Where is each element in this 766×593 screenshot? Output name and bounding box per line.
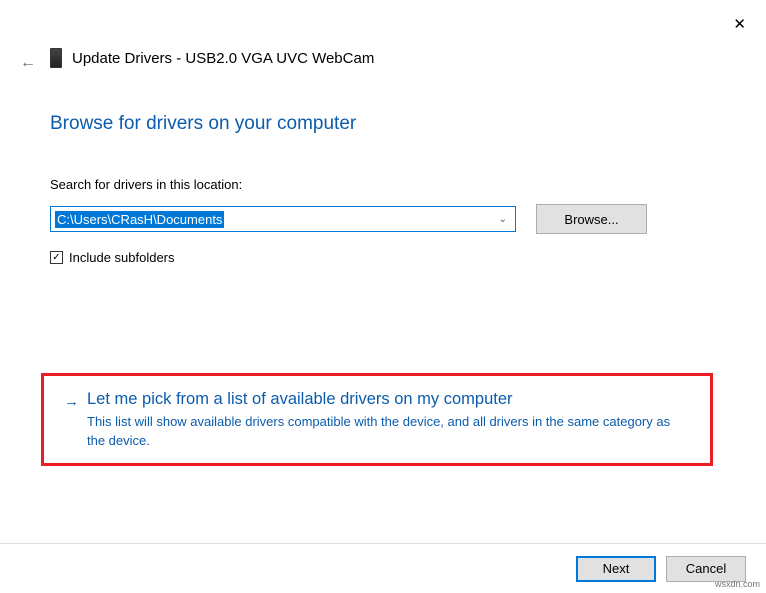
- watermark: wsxdn.com: [715, 579, 760, 589]
- include-subfolders-label: Include subfolders: [69, 250, 175, 265]
- close-icon[interactable]: ✕: [733, 15, 746, 33]
- window-title: Update Drivers - USB2.0 VGA UVC WebCam: [72, 50, 374, 67]
- cancel-button[interactable]: Cancel: [666, 556, 746, 582]
- arrow-right-icon: →: [64, 393, 79, 455]
- include-subfolders-checkbox[interactable]: ✓ Include subfolders: [50, 250, 175, 265]
- option-description: This list will show available drivers co…: [87, 413, 677, 451]
- location-combobox[interactable]: C:\Users\CRasH\Documents ⌄: [50, 206, 516, 232]
- checkbox-icon[interactable]: ✓: [50, 251, 63, 264]
- back-arrow-icon[interactable]: ←: [20, 54, 36, 72]
- browse-button[interactable]: Browse...: [536, 204, 647, 234]
- next-button[interactable]: Next: [576, 556, 656, 582]
- chevron-down-icon[interactable]: ⌄: [499, 214, 507, 225]
- pick-from-list-option[interactable]: → Let me pick from a list of available d…: [41, 373, 713, 466]
- dialog-footer: Next Cancel: [0, 543, 766, 593]
- location-path-text: C:\Users\CRasH\Documents: [55, 211, 224, 228]
- page-heading: Browse for drivers on your computer: [50, 113, 356, 135]
- option-title: Let me pick from a list of available dri…: [87, 390, 677, 409]
- device-icon: [50, 48, 62, 68]
- window-title-row: Update Drivers - USB2.0 VGA UVC WebCam: [50, 48, 374, 68]
- search-location-label: Search for drivers in this location:: [50, 177, 242, 192]
